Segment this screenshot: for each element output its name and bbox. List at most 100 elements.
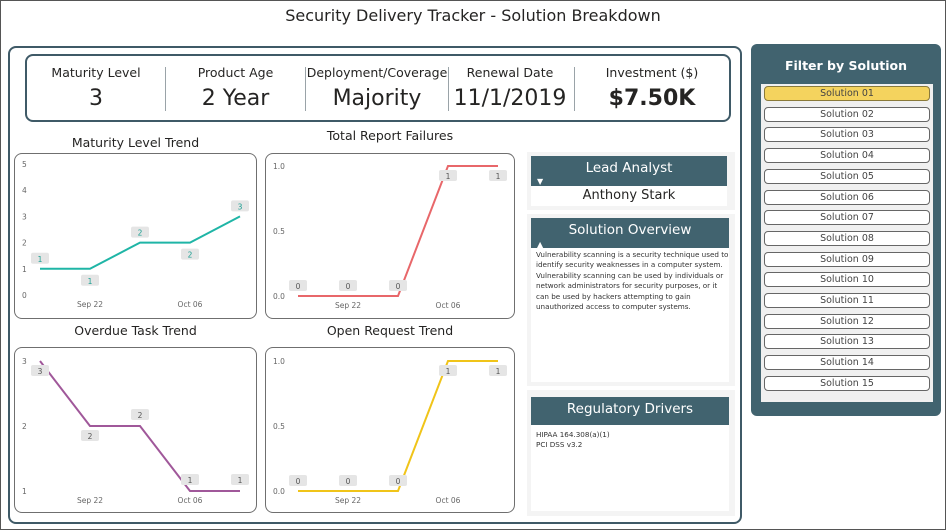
filter-item-solution-03[interactable]: Solution 03 [764, 127, 930, 143]
series-line [298, 165, 498, 297]
data-label: 0 [339, 475, 357, 486]
data-label: 2 [181, 248, 199, 260]
filter-item-solution-07[interactable]: Solution 07 [764, 210, 930, 226]
y-tick-label: 1 [22, 265, 27, 274]
data-label: 2 [131, 409, 149, 420]
regulatory-driver-item: PCI DSS v3.2 [536, 440, 583, 449]
filter-item-solution-09[interactable]: Solution 09 [764, 251, 930, 267]
open-request-trend-chart: 0.0 0.5 1.0 Sep 22 Oct 06 0 0 0 1 1 [265, 347, 515, 513]
data-label: 3 [31, 365, 49, 376]
regulatory-driver-item: HIPAA 164.308(a)(1) [536, 430, 610, 439]
filter-item-solution-11[interactable]: Solution 11 [764, 293, 930, 308]
x-tick-label: Oct 06 [178, 300, 203, 309]
kpi-label: Renewal Date [466, 65, 554, 80]
data-label: 1 [181, 474, 199, 485]
solution-overview-heading: Solution Overview [568, 222, 692, 238]
data-label: 1 [81, 274, 99, 286]
data-label: 1 [439, 365, 457, 376]
regulatory-drivers-list: HIPAA 164.308(a)(1) PCI DSS v3.2 [536, 430, 726, 450]
x-tick-label: Sep 22 [335, 496, 361, 505]
y-tick-label: 0 [22, 291, 27, 300]
chart-svg: 0 1 2 3 4 5 Sep 22 Oct 06 1 1 2 2 3 [22, 160, 249, 309]
kpi-value: 11/1/2019 [453, 86, 567, 111]
overdue-task-trend-chart: 1 2 3 Sep 22 Oct 06 3 2 2 1 1 [14, 347, 257, 513]
page-title: Security Delivery Tracker - Solution Bre… [285, 6, 661, 25]
data-label: 0 [289, 475, 307, 486]
chart-title-open-request: Open Request Trend [326, 323, 454, 338]
data-label-text: 0 [396, 282, 401, 291]
kpi-label: Maturity Level [51, 65, 141, 80]
data-label: 1 [231, 474, 249, 485]
kpi-value: Majority [332, 86, 422, 111]
kpi-renewal-date: Renewal Date 11/1/2019 [449, 56, 571, 120]
data-label-text: 2 [88, 432, 93, 441]
regulatory-drivers-card: Regulatory Drivers [531, 397, 729, 511]
data-label-text: 1 [188, 476, 193, 485]
data-label-text: 1 [38, 255, 43, 264]
y-tick-label: 5 [22, 160, 27, 169]
data-label: 2 [131, 226, 149, 238]
lead-analyst-header[interactable]: Lead Analyst ▼ [531, 156, 727, 186]
x-tick-label: Oct 06 [178, 496, 203, 505]
y-tick-label: 0.0 [273, 487, 285, 496]
data-label: 1 [439, 170, 457, 181]
kpi-bar: Maturity Level 3 Product Age 2 Year Depl… [25, 54, 731, 122]
x-tick-label: Oct 06 [436, 496, 461, 505]
regulatory-drivers-heading: Regulatory Drivers [566, 401, 694, 417]
data-label-text: 3 [38, 367, 43, 376]
chart-title-overdue: Overdue Task Trend [74, 323, 197, 338]
data-label-text: 1 [446, 367, 451, 376]
kpi-label: Deployment/Coverage [306, 65, 448, 80]
x-tick-label: Oct 06 [436, 301, 461, 310]
data-label-text: 1 [238, 476, 243, 485]
filter-item-solution-14[interactable]: Solution 14 [764, 355, 930, 371]
data-label-text: 2 [138, 229, 143, 238]
data-label-text: 0 [296, 282, 301, 291]
y-tick-label: 1.0 [273, 357, 285, 366]
filter-item-solution-01[interactable]: Solution 01 [764, 86, 930, 101]
data-label-text: 1 [496, 367, 501, 376]
kpi-deployment-coverage: Deployment/Coverage Majority [306, 56, 448, 120]
y-tick-label: 0.5 [273, 422, 285, 431]
data-label-text: 0 [346, 282, 351, 291]
data-label: 3 [231, 200, 249, 212]
data-label: 0 [289, 280, 307, 291]
x-tick-label: Sep 22 [335, 301, 361, 310]
filter-item-solution-13[interactable]: Solution 13 [764, 334, 930, 350]
solution-overview-header[interactable]: Solution Overview ▲ [531, 218, 729, 249]
kpi-value: $7.50K [608, 86, 696, 111]
kpi-value: 3 [89, 86, 103, 111]
filter-item-solution-15[interactable]: Solution 15 [764, 375, 930, 391]
filter-item-solution-05[interactable]: Solution 05 [764, 168, 930, 184]
data-label: 1 [489, 170, 507, 181]
data-label-text: 1 [446, 172, 451, 181]
data-label-text: 0 [296, 477, 301, 486]
x-tick-label: Sep 22 [77, 300, 103, 309]
filter-item-solution-06[interactable]: Solution 06 [764, 189, 930, 205]
data-label: 1 [31, 252, 49, 264]
data-label-text: 2 [188, 251, 193, 260]
filter-item-solution-02[interactable]: Solution 02 [764, 106, 930, 122]
filter-item-solution-08[interactable]: Solution 08 [764, 230, 930, 246]
maturity-level-trend-chart: 0 1 2 3 4 5 Sep 22 Oct 06 1 1 2 2 3 [14, 153, 257, 319]
filter-item-solution-04[interactable]: Solution 04 [764, 148, 930, 164]
solution-slicer[interactable]: Solution 01 Solution 02 Solution 03 Solutio… [761, 84, 933, 402]
lead-analyst-heading: Lead Analyst [585, 160, 673, 176]
chart-svg: 0.0 0.5 1.0 Sep 22 Oct 06 0 0 0 1 1 [273, 357, 507, 505]
y-tick-label: 3 [22, 357, 27, 366]
data-label-text: 1 [88, 277, 93, 286]
data-label-text: 0 [346, 477, 351, 486]
data-label-text: 1 [496, 172, 501, 181]
filter-item-solution-12[interactable]: Solution 12 [764, 313, 930, 329]
total-report-failures-chart: 0.0 0.5 1.0 Sep 22 Oct 06 0 0 0 1 1 [265, 153, 515, 319]
kpi-investment: Investment ($) $7.50K [575, 56, 729, 120]
series-line [298, 360, 498, 492]
chart-title-report-failures: Total Report Failures [326, 128, 454, 143]
data-label-text: 0 [396, 477, 401, 486]
regulatory-drivers-header: Regulatory Drivers [531, 397, 729, 425]
filter-item-solution-10[interactable]: Solution 10 [764, 272, 930, 288]
data-label-text: 3 [238, 202, 243, 211]
lead-analyst-name: Anthony Stark [582, 188, 676, 203]
data-label-text: 2 [138, 411, 143, 420]
chart-svg: 1 2 3 Sep 22 Oct 06 3 2 2 1 1 [22, 357, 249, 505]
